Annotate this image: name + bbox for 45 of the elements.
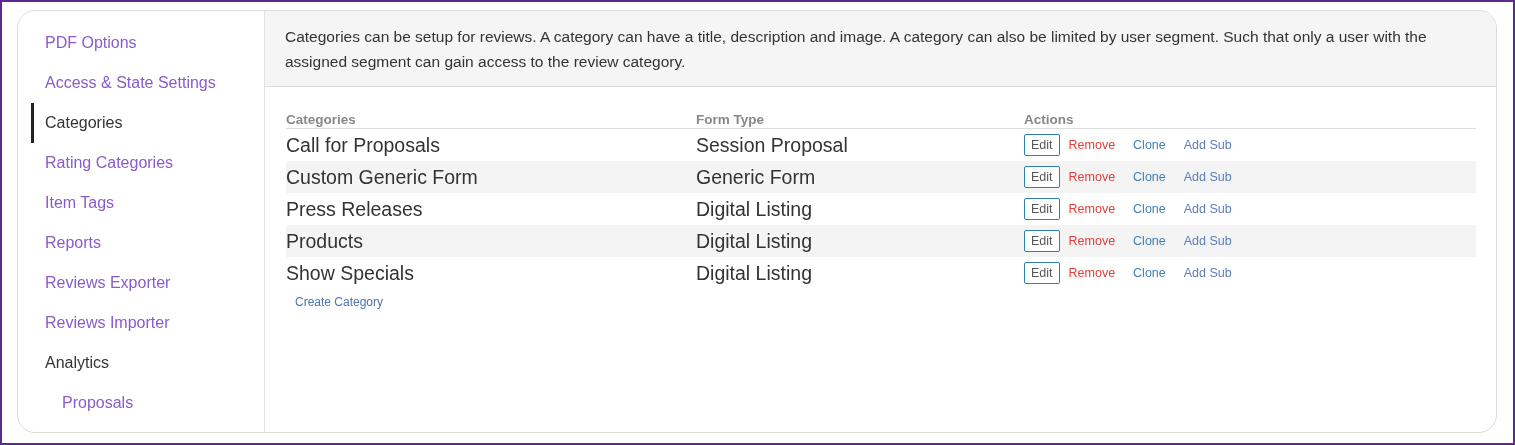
remove-link[interactable]: Remove xyxy=(1068,266,1116,280)
remove-link[interactable]: Remove xyxy=(1068,170,1116,184)
add-sub-link[interactable]: Add Sub xyxy=(1183,170,1232,184)
table-cell-text: Show Specials xyxy=(286,261,415,285)
sidebar-heading[interactable]: Analytics xyxy=(31,343,264,383)
sidebar-item[interactable]: Rating Categories xyxy=(31,143,264,183)
sidebar-item[interactable]: Reviews Exporter xyxy=(31,263,264,303)
edit-button[interactable]: Edit xyxy=(1024,166,1060,188)
remove-link[interactable]: Remove xyxy=(1068,202,1116,216)
table-cell-text: Digital Listing xyxy=(696,197,813,221)
table-cell-text: Digital Listing xyxy=(696,229,813,253)
create-category-link[interactable]: Create Category xyxy=(295,295,384,309)
edit-button[interactable]: Edit xyxy=(1024,230,1060,252)
clone-link[interactable]: Clone xyxy=(1133,138,1166,152)
edit-button[interactable]: Edit xyxy=(1024,134,1060,156)
table-cell-text: Press Releases xyxy=(286,197,424,221)
column-header: Actions xyxy=(1024,112,1075,127)
column-header: Categories xyxy=(286,112,357,127)
sidebar-item[interactable]: Categories xyxy=(31,103,264,143)
table-cell-text: Custom Generic Form xyxy=(286,165,479,189)
clone-link[interactable]: Clone xyxy=(1133,202,1166,216)
sidebar-item[interactable]: PDF Options xyxy=(31,23,264,63)
sidebar-item[interactable]: Reports xyxy=(31,223,264,263)
add-sub-link[interactable]: Add Sub xyxy=(1183,202,1232,216)
clone-link[interactable]: Clone xyxy=(1133,266,1166,280)
table-cell-text: Generic Form xyxy=(696,165,817,189)
table-cell-text: Products xyxy=(286,229,364,253)
sidebar-item[interactable]: Access & State Settings xyxy=(31,63,264,103)
add-sub-link[interactable]: Add Sub xyxy=(1183,138,1232,152)
table-cell-text: Call for Proposals xyxy=(286,133,441,157)
remove-link[interactable]: Remove xyxy=(1068,138,1116,152)
table-cell-text: Digital Listing xyxy=(696,261,813,285)
add-sub-link[interactable]: Add Sub xyxy=(1183,234,1232,248)
clone-link[interactable]: Clone xyxy=(1133,234,1166,248)
add-sub-link[interactable]: Add Sub xyxy=(1183,266,1232,280)
sidebar-item[interactable]: Item Tags xyxy=(31,183,264,223)
column-header: Form Type xyxy=(696,112,765,127)
sidebar-item[interactable]: Proposals xyxy=(31,383,264,423)
sidebar-item[interactable]: Reviews Importer xyxy=(31,303,264,343)
edit-button[interactable]: Edit xyxy=(1024,198,1060,220)
table-cell-text: Session Proposal xyxy=(696,133,849,157)
clone-link[interactable]: Clone xyxy=(1133,170,1166,184)
edit-button[interactable]: Edit xyxy=(1024,262,1060,284)
remove-link[interactable]: Remove xyxy=(1068,234,1116,248)
description-text: Categories can be setup for reviews. A category can have a title, description and image. A category can also be limited by user segment. Such that only a user with the assigned segment can gain access to the review category. xyxy=(285,27,1428,72)
